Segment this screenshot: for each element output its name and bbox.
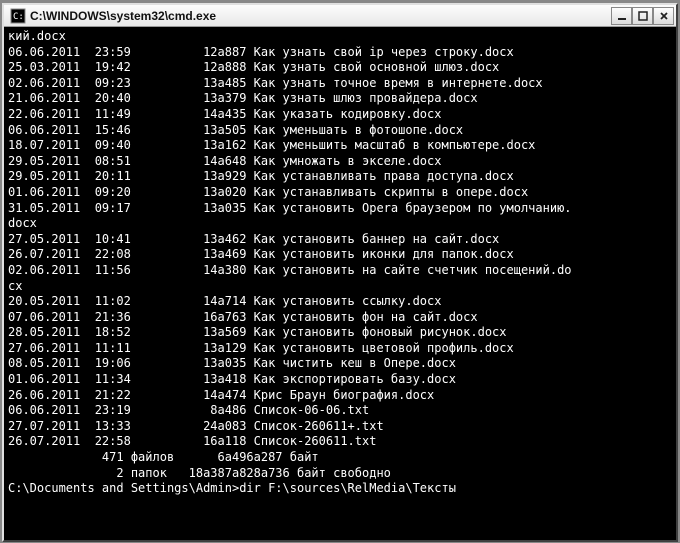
output-line: 06.06.2011 23:19 8а486 Список-06-06.txt (8, 403, 672, 419)
titlebar[interactable]: C: C:\WINDOWS\system32\cmd.exe (4, 5, 676, 27)
output-line: 06.06.2011 15:46 13а505 Как уменьшать в … (8, 123, 672, 139)
window-title: C:\WINDOWS\system32\cmd.exe (30, 9, 611, 23)
cmd-icon: C: (10, 8, 26, 24)
cmd-window: C: C:\WINDOWS\system32\cmd.exe кий.docx0… (2, 3, 678, 542)
close-button[interactable] (653, 7, 674, 25)
output-line: 27.05.2011 10:41 13а462 Как установить б… (8, 232, 672, 248)
output-line: docx (8, 216, 672, 232)
output-line: 29.05.2011 08:51 14а648 Как умножать в э… (8, 154, 672, 170)
svg-text:C:: C: (13, 12, 24, 22)
output-line: 26.06.2011 21:22 14а474 Крис Браун биогр… (8, 388, 672, 404)
output-line: 08.05.2011 19:06 13а035 Как чистить кеш … (8, 356, 672, 372)
output-line: 25.03.2011 19:42 12а888 Как узнать свой … (8, 60, 672, 76)
prompt-line: C:\Documents and Settings\Admin>dir F:\s… (8, 481, 672, 497)
output-line: 07.06.2011 21:36 16а763 Как установить ф… (8, 310, 672, 326)
output-line: cx (8, 279, 672, 295)
output-line: 06.06.2011 23:59 12а887 Как узнать свой … (8, 45, 672, 61)
console-output[interactable]: кий.docx06.06.2011 23:59 12а887 Как узна… (4, 27, 676, 540)
output-line: 28.05.2011 18:52 13а569 Как установить ф… (8, 325, 672, 341)
maximize-button[interactable] (632, 7, 653, 25)
window-controls (611, 7, 674, 25)
output-line: 26.07.2011 22:08 13а469 Как установить и… (8, 247, 672, 263)
output-line: 31.05.2011 09:17 13а035 Как установить O… (8, 201, 672, 217)
output-line: 26.07.2011 22:58 16а118 Список-260611.tx… (8, 434, 672, 450)
output-line: кий.docx (8, 29, 672, 45)
output-line: 22.06.2011 11:49 14а435 Как указать коди… (8, 107, 672, 123)
output-line: 20.05.2011 11:02 14а714 Как установить с… (8, 294, 672, 310)
output-line: 27.06.2011 11:11 13а129 Как установить ц… (8, 341, 672, 357)
output-line: 02.06.2011 11:56 14а380 Как установить н… (8, 263, 672, 279)
output-line: 18.07.2011 09:40 13а162 Как уменьшить ма… (8, 138, 672, 154)
output-line: 29.05.2011 20:11 13а929 Как устанавливат… (8, 169, 672, 185)
output-line: 2 папок 18а387а828а736 байт свободно (8, 466, 672, 482)
minimize-button[interactable] (611, 7, 632, 25)
output-line: 27.07.2011 13:33 24а083 Список-260611+.t… (8, 419, 672, 435)
output-line: 01.06.2011 11:34 13а418 Как экспортирова… (8, 372, 672, 388)
output-line: 471 файлов 6а496а287 байт (8, 450, 672, 466)
output-line: 02.06.2011 09:23 13а485 Как узнать точно… (8, 76, 672, 92)
output-line: 21.06.2011 20:40 13а379 Как узнать шлюз … (8, 91, 672, 107)
output-line: 01.06.2011 09:20 13а020 Как устанавливат… (8, 185, 672, 201)
